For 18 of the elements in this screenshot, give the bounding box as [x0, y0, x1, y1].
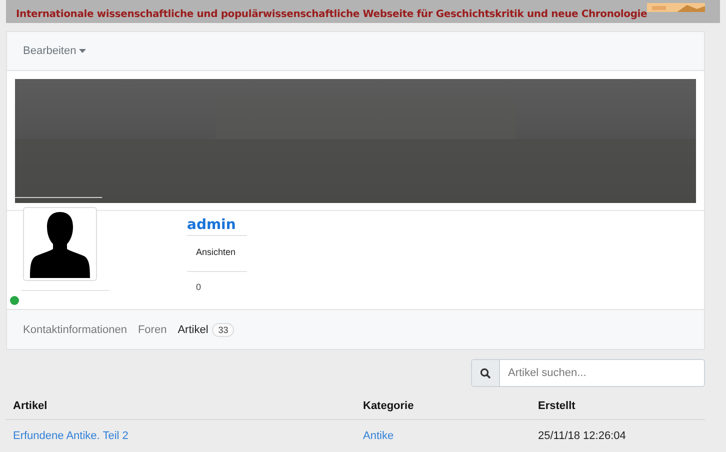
profile-tab[interactable]: Artikel 33 [178, 322, 234, 336]
search-field[interactable]: Artikel suchen... [471, 359, 705, 387]
edit-menu[interactable]: Bearbeiten [23, 45, 86, 57]
column-header: Artikel [13, 400, 48, 412]
views-count: 0 [195, 281, 202, 292]
article-link[interactable]: Erfundene Antike. Teil 2 [13, 430, 128, 442]
created-date: 25/11/18 12:26:04 [538, 430, 627, 442]
search-icon [480, 368, 491, 378]
site-tagline: Internationale wissenschaftliche und populärwissenschaftliche Webseite für Geschichtskritik und neue Chronologie [16, 9, 648, 20]
profile-tab[interactable]: Foren [138, 324, 167, 336]
caret-icon [79, 49, 86, 53]
category-link[interactable]: Antike [363, 430, 394, 442]
column-header: Kategorie [363, 400, 415, 412]
profile-tab[interactable]: Kontaktinformationen [23, 324, 127, 336]
views-label: Ansichten [187, 236, 247, 272]
username-link[interactable]: admin [187, 217, 247, 236]
column-header: Erstellt [538, 400, 576, 412]
count-badge: 33 [212, 322, 234, 336]
